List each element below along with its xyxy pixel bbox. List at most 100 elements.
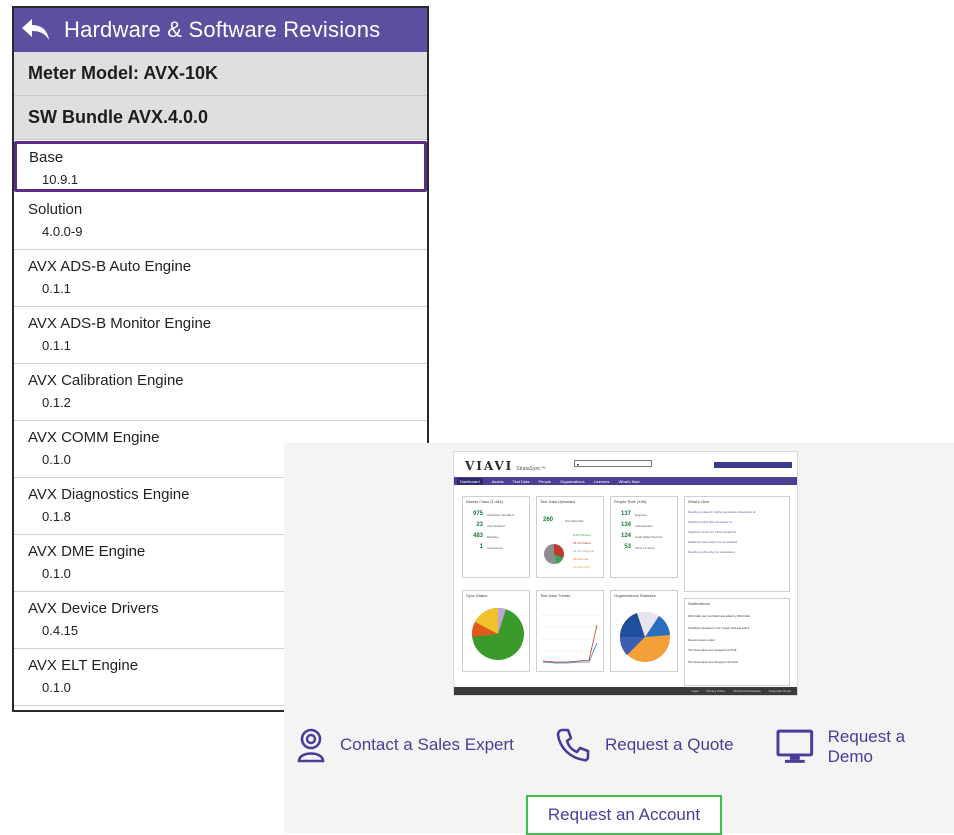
assets-value[interactable]: 23 [467, 522, 483, 528]
revision-name: Base [29, 149, 64, 166]
revision-name: AVX ADS-B Monitor Engine [28, 315, 212, 332]
assets-value[interactable]: 975 [467, 511, 483, 517]
test-stat: 0% Marginal [573, 565, 590, 569]
assets-label: Accessories [487, 546, 504, 550]
people-value[interactable]: 53 [615, 544, 631, 550]
request-quote-link[interactable]: Request a Quote [555, 727, 734, 763]
organization-select[interactable]: ▾ [574, 460, 652, 467]
notification-line: JDSU Main user Joe Welsh was added by JD… [688, 615, 751, 618]
news-line[interactable]: StrataSync will be down December 14 [688, 521, 783, 524]
back-arrow-icon [22, 19, 49, 40]
contact-sales-label: Contact a Sales Expert [340, 735, 514, 754]
people-value[interactable]: 134 [615, 522, 631, 528]
people-label: Engineer [635, 513, 648, 517]
footer-link[interactable]: Corporate Home [769, 689, 791, 693]
people-value[interactable]: 137 [615, 511, 631, 517]
monitor-icon [776, 729, 814, 763]
notifications-panel: Notifications JDSU Main user Joe Welsh w… [684, 598, 790, 686]
dashboard-nav-item[interactable]: Licenses [594, 479, 610, 484]
revision-name: AVX ADS-B Auto Engine [28, 258, 192, 275]
screen-title: Hardware & Software Revisions [64, 17, 381, 42]
footer-link[interactable]: Legal [691, 689, 698, 693]
revision-version: 10.9.1 [42, 172, 79, 187]
test-data-label: Test Data files [565, 519, 584, 523]
meter-model-row: Meter Model: AVX-10K [14, 52, 427, 96]
revision-version: 0.1.1 [42, 281, 71, 296]
trends-line-chart [541, 614, 601, 664]
revision-name: Solution [28, 201, 83, 218]
people-value[interactable]: 124 [615, 533, 631, 539]
org-pie-chart [619, 611, 670, 662]
revision-name: AVX COMM Engine [28, 429, 160, 446]
request-quote-label: Request a Quote [605, 735, 734, 754]
dashboard-nav-item[interactable]: Dashboard [457, 477, 483, 485]
org-stats-panel: Organizations Statistics [610, 590, 678, 672]
request-demo-label: Request a Demo [827, 727, 906, 766]
revision-item[interactable]: AVX Calibration Engine 0.1.2 [14, 364, 427, 421]
dashboard-nav-item[interactable]: Organizations [560, 479, 585, 484]
dashboard-nav: Dashboard Assets Test Data People Organizati… [454, 477, 797, 485]
sync-pie-chart [471, 607, 524, 660]
news-line[interactable]: Disable firmware version 4.0 now availab… [688, 541, 783, 544]
test-trends-title: Test Data Trends [540, 593, 571, 598]
dashboard-nav-item[interactable]: People [539, 479, 551, 484]
test-stat: 0% Errored [573, 557, 589, 561]
revision-item[interactable]: AVX ADS-B Auto Engine 0.1.1 [14, 250, 427, 307]
stratasync-dashboard: VIAVI StrataSync™ ▾ Dashboard Assets Test D… [453, 451, 798, 696]
device-header: Hardware & Software Revisions [14, 8, 427, 52]
people-role-title: People Role (498) [614, 499, 647, 504]
revision-version: 0.1.2 [42, 395, 71, 410]
news-line[interactable]: StrataSync version 9.0 will be operation… [688, 531, 783, 534]
test-stat: 28.1% Failed [573, 541, 591, 545]
notification-line: TAC Asset status was changed to STOLEN [688, 661, 738, 664]
test-data-title: Test Data Uploaded [540, 499, 576, 504]
dashboard-nav-item[interactable]: Assets [492, 479, 504, 484]
news-line[interactable]: StrataSync will be down for maintenance [688, 551, 783, 554]
contact-sales-link[interactable]: Contact a Sales Expert [296, 727, 514, 763]
test-pie-icon [544, 544, 564, 564]
whats-new-title: What's New [688, 499, 710, 504]
revision-name: AVX Diagnostics Engine [28, 486, 190, 503]
revision-item[interactable]: Base 10.9.1 [14, 141, 427, 192]
revision-version: 0.1.0 [42, 566, 71, 581]
footer-link[interactable]: Privacy Policy [706, 689, 725, 693]
viavi-logo: VIAVI StrataSync™ [465, 459, 546, 473]
dashboard-nav-item[interactable]: Test Data [513, 479, 530, 484]
request-demo-link[interactable]: Request a Demo [776, 727, 954, 767]
people-label: Administrator [635, 524, 653, 528]
notification-line: Remote session ended [688, 639, 715, 642]
assets-label: User Defined [487, 524, 505, 528]
dashboard-nav-item[interactable]: What's New [618, 479, 639, 484]
revision-item[interactable]: Solution 4.0.0-9 [14, 193, 427, 250]
assets-class-title: Assets Class (1,484) [466, 499, 503, 504]
back-button[interactable] [14, 8, 58, 52]
assets-class-panel: Assets Class (1,484) 975 StrataSync Enabl… [462, 496, 530, 578]
assets-label: Modules [487, 535, 499, 539]
assets-value[interactable]: 1 [467, 544, 483, 550]
revision-version: 0.1.8 [42, 509, 71, 524]
people-label: Other (3 roles) [635, 546, 655, 550]
revision-name: AVX Calibration Engine [28, 372, 184, 389]
assets-value[interactable]: 483 [467, 533, 483, 539]
news-line[interactable]: StrataSync release 9.0 will be operation… [688, 511, 783, 514]
footer-link[interactable]: Technical Assistance [733, 689, 761, 693]
dashboard-topbar: VIAVI StrataSync™ ▾ [454, 452, 797, 477]
test-stat: 8.5% Passed [573, 533, 591, 537]
revision-name: AVX ELT Engine [28, 657, 139, 674]
headset-icon [297, 728, 325, 763]
revision-name: AVX DME Engine [28, 543, 146, 560]
revision-version: 0.1.0 [42, 452, 71, 467]
notification-line: StrataSync Operations: User Joseph Veal … [688, 627, 750, 630]
request-account-button[interactable]: Request an Account [526, 795, 722, 835]
notifications-title: Notifications [688, 601, 710, 606]
revision-name: AVX Device Drivers [28, 600, 159, 617]
revision-version: 0.1.0 [42, 680, 71, 695]
whats-new-panel: What's New StrataSync release 9.0 will b… [684, 496, 790, 592]
notification-line: TAC Asset status was changed to ACTIVE [688, 649, 737, 652]
account-bar[interactable] [714, 462, 792, 468]
people-role-panel: People Role (498) 137 Engineer 134 Administ… [610, 496, 678, 578]
revision-item[interactable]: AVX ADS-B Monitor Engine 0.1.1 [14, 307, 427, 364]
sync-status-title: Sync Status [466, 593, 488, 598]
assets-label: StrataSync Enabled [487, 513, 514, 517]
request-account-label: Request an Account [547, 805, 701, 824]
